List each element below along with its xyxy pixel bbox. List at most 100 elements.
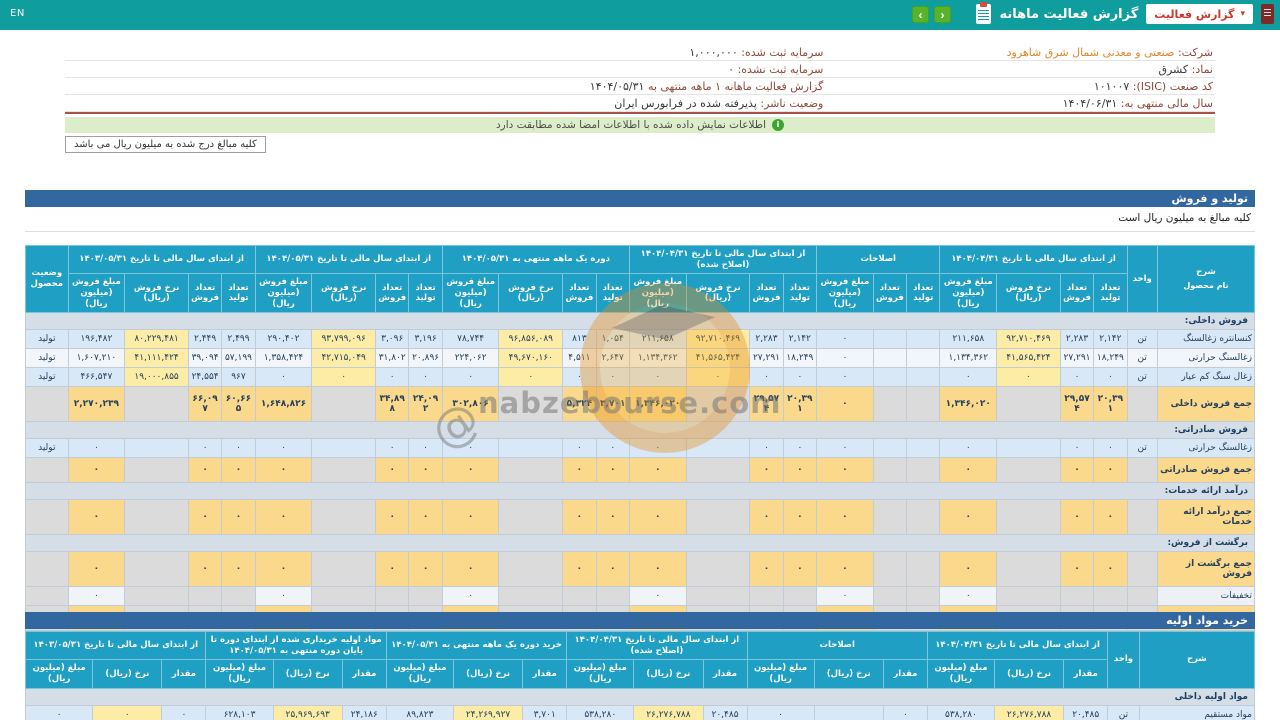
cell — [498, 586, 564, 607]
section-label: مواد اولیه داخلی — [25, 687, 1255, 706]
cell: ۰ — [441, 438, 500, 459]
cell: ۱۸,۲۴۹ — [782, 348, 818, 369]
column-header: مقدار — [1063, 659, 1109, 689]
cell — [872, 386, 908, 423]
cell: ۲۴,۱۸۶ — [341, 704, 387, 720]
cell: ۰ — [254, 457, 313, 484]
cell — [872, 551, 908, 588]
cell: ۰ — [939, 586, 998, 607]
column-header: مقدار — [341, 659, 387, 689]
cell: ۰ — [441, 457, 500, 484]
cell: ۴۲,۷۱۵,۰۴۹ — [311, 348, 377, 369]
company-info-panel: شرکت: صنعتی و معدنی شمال شرق شاهرود سرمای… — [65, 44, 1215, 114]
column-header: شرح نام محصول — [1156, 244, 1256, 314]
cell: ۰ — [441, 551, 500, 588]
info-field: کد صنعت (ISIC): ۱۰۱۰۰۷ — [1093, 79, 1213, 93]
cell: ۰ — [221, 457, 256, 484]
cell: ۲۹۰,۴۰۲ — [254, 329, 313, 350]
column-header: مقدار — [522, 659, 568, 689]
cell: ۱۹۶,۴۸۲ — [67, 329, 126, 350]
column-header: نرخ (ریال) — [272, 659, 343, 689]
cell: ۰ — [595, 438, 630, 459]
column-header: نرخ فروش (ریال) — [124, 273, 189, 314]
cell: ۸۰,۲۲۹,۴۸۱ — [124, 329, 189, 350]
prev-report-button[interactable]: ‹ — [912, 6, 929, 23]
cell: ۰ — [1059, 457, 1095, 484]
report-nav: ‹ › — [912, 6, 951, 23]
cell: ۲۶,۲۷۶,۷۸۸ — [993, 704, 1065, 720]
cell — [1093, 586, 1128, 607]
cell — [906, 499, 941, 536]
cell: ۷۸,۷۴۴ — [441, 329, 500, 350]
cell — [311, 551, 377, 588]
cell — [906, 438, 941, 459]
cell — [498, 499, 564, 536]
cell: ۰ — [67, 438, 126, 459]
cell: ۲۴,۲۶۹,۹۲۷ — [452, 704, 524, 720]
unit-cell — [1126, 499, 1158, 536]
status-cell: تولید — [25, 348, 69, 369]
info-field: شرکت: صنعتی و معدنی شمال شرق شاهرود — [1006, 45, 1213, 59]
cell: ۰ — [595, 457, 630, 484]
column-header: واحد — [1107, 631, 1140, 689]
cell: ۰ — [816, 457, 874, 484]
info-icon: i — [772, 119, 784, 131]
cell: ۵۷,۱۹۹ — [221, 348, 256, 369]
next-report-button[interactable]: › — [934, 6, 951, 23]
cell: ۰ — [67, 586, 126, 607]
report-type-select[interactable]: گزارش فعالیت ▾ — [1146, 4, 1253, 24]
cell — [124, 499, 189, 536]
report-type-label: گزارش فعالیت — [1154, 7, 1235, 21]
cell: ۰ — [782, 438, 818, 459]
unit-cell — [1126, 586, 1158, 607]
cell — [782, 586, 818, 607]
unit-cell: تن — [1126, 329, 1158, 350]
unit-cell: تن — [1126, 348, 1158, 369]
cell: ۳۹,۰۹۴ — [187, 348, 223, 369]
info-value[interactable]: صنعتی و معدنی شمال شرق شاهرود — [1007, 46, 1175, 59]
cell: ۰ — [161, 704, 207, 720]
cell: ۱,۶۴۸,۸۲۶ — [254, 386, 313, 423]
cell: ۰ — [221, 551, 256, 588]
column-header: مبلغ (میلیون ریال) — [566, 659, 635, 689]
cell — [498, 457, 564, 484]
cell — [906, 348, 941, 369]
row-label: جمع برگشت از فروش — [1156, 551, 1256, 588]
cell: ۰ — [1059, 367, 1095, 388]
info-value: ۱۰۱۰۰۷ — [1093, 79, 1130, 93]
cell: ۰ — [441, 586, 500, 607]
cell: ۴۶۶,۵۴۷ — [67, 367, 126, 388]
cell: ۲۹,۵۷۴ — [749, 386, 784, 423]
unit-cell — [1126, 457, 1158, 484]
column-header: نرخ (ریال) — [92, 659, 163, 689]
cell: ۲,۲۸۳ — [1059, 329, 1095, 350]
info-value: ۱۴۰۴/۰۶/۳۱ — [1062, 96, 1118, 110]
cell — [906, 367, 941, 388]
cell: ۱,۳۴۶,۰۲۰ — [939, 386, 998, 423]
language-toggle[interactable]: EN — [10, 8, 25, 19]
section-header-production-sales: تولید و فروش — [25, 190, 1255, 207]
raw-materials-table-wrap: شرح واحد از ابتدای سال مالی تا تاریخ ۱۴۰۴/… — [24, 630, 1256, 720]
cell: ۰ — [1093, 457, 1128, 484]
column-group-header: از ابتدای سال مالی تا تاریخ ۱۴۰۴/۰۴/۳۱ — [939, 244, 1128, 275]
cell — [124, 457, 189, 484]
cell: ۲۷,۲۹۱ — [1059, 348, 1095, 369]
menu-icon[interactable] — [1261, 4, 1274, 24]
cell — [408, 586, 443, 607]
info-field: نماد: کشرق — [1158, 62, 1213, 76]
info-value: ۰ — [728, 62, 735, 76]
page-title: گزارش فعالیت ماهانه — [999, 6, 1139, 22]
status-cell: تولید — [25, 367, 69, 388]
cell: ۰ — [749, 457, 784, 484]
cell: ۰ — [254, 438, 313, 459]
column-header: تعداد تولید — [595, 273, 630, 314]
cell: ۳۰۲,۸۰۶ — [441, 386, 500, 423]
info-field: سرمایه ثبت شده: ۱,۰۰۰,۰۰۰ — [689, 45, 824, 59]
cell: ۰ — [628, 367, 687, 388]
cell: ۲۴,۰۹۲ — [408, 386, 443, 423]
cell: ۰ — [67, 499, 126, 536]
cell: ۰ — [562, 551, 597, 588]
cell: ۰ — [187, 499, 223, 536]
section-label: فروش صادراتی: — [25, 421, 1255, 440]
status-cell — [25, 386, 69, 423]
